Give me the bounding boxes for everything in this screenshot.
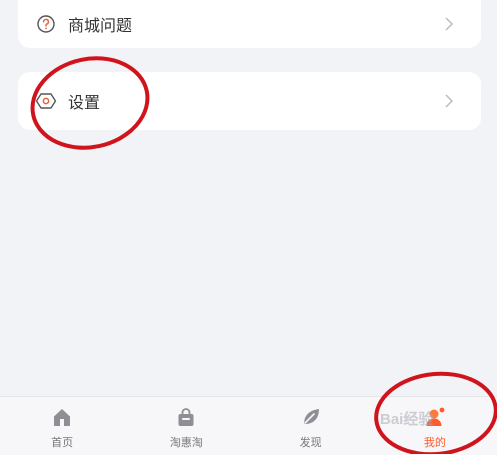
- tab-discover[interactable]: 发现: [249, 397, 373, 455]
- tab-label: 首页: [51, 437, 74, 449]
- annotation-overlay: [30, 56, 497, 454]
- menu-item-label: 设置: [68, 95, 101, 112]
- tab-home[interactable]: 首页: [0, 397, 124, 455]
- shopping-bag-icon: [175, 406, 197, 428]
- tab-taohuitao[interactable]: 淘惠淘: [124, 397, 248, 455]
- question-circle-icon: [36, 14, 56, 34]
- tab-label: 我的: [423, 437, 446, 449]
- menu-item-label: 商城问题: [68, 18, 133, 35]
- chevron-right-icon: [443, 93, 455, 109]
- tab-label: 淘惠淘: [169, 437, 203, 449]
- bottom-tab-bar: 首页 淘惠淘 发现 我的: [0, 396, 497, 455]
- menu-item-mall-questions[interactable]: 商城问题: [18, 0, 481, 48]
- tab-label: 发现: [299, 437, 322, 449]
- settings-hexagon-icon: [36, 91, 56, 111]
- profile-icon: [424, 406, 446, 428]
- home-icon: [51, 406, 73, 428]
- leaf-icon: [300, 406, 322, 428]
- menu-item-settings[interactable]: 设置: [18, 72, 481, 130]
- tab-mine[interactable]: 我的: [373, 397, 497, 455]
- chevron-right-icon: [443, 16, 455, 32]
